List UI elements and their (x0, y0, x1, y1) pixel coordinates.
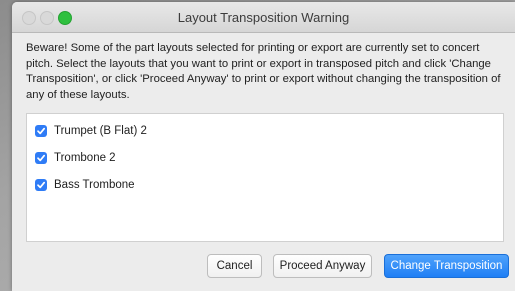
proceed-anyway-button[interactable]: Proceed Anyway (273, 254, 372, 278)
change-transposition-button[interactable]: Change Transposition (384, 254, 509, 278)
dialog-title: Layout Transposition Warning (177, 10, 350, 25)
checkmark-icon (37, 181, 46, 189)
list-item[interactable]: Bass Trombone (35, 177, 135, 193)
layout-list: Trumpet (B Flat) 2 Trombone 2 Bass Tromb… (26, 113, 504, 242)
layout-label: Trumpet (B Flat) 2 (54, 125, 147, 137)
checkbox-trumpet[interactable] (35, 125, 47, 137)
checkmark-icon (37, 154, 46, 162)
list-item[interactable]: Trumpet (B Flat) 2 (35, 123, 147, 139)
layout-label: Bass Trombone (54, 179, 135, 191)
checkbox-bass-trombone[interactable] (35, 179, 47, 191)
dialog-window: Layout Transposition Warning Beware! Som… (12, 2, 515, 291)
checkmark-icon (37, 127, 46, 135)
warning-message: Beware! Some of the part layouts selecte… (26, 42, 501, 101)
checkbox-trombone[interactable] (35, 152, 47, 164)
cancel-button[interactable]: Cancel (207, 254, 262, 278)
layout-label: Trombone 2 (54, 152, 116, 164)
list-item[interactable]: Trombone 2 (35, 150, 116, 166)
title-bar: Layout Transposition Warning (12, 2, 515, 33)
button-row: Cancel Proceed Anyway Change Transpositi… (12, 254, 515, 278)
